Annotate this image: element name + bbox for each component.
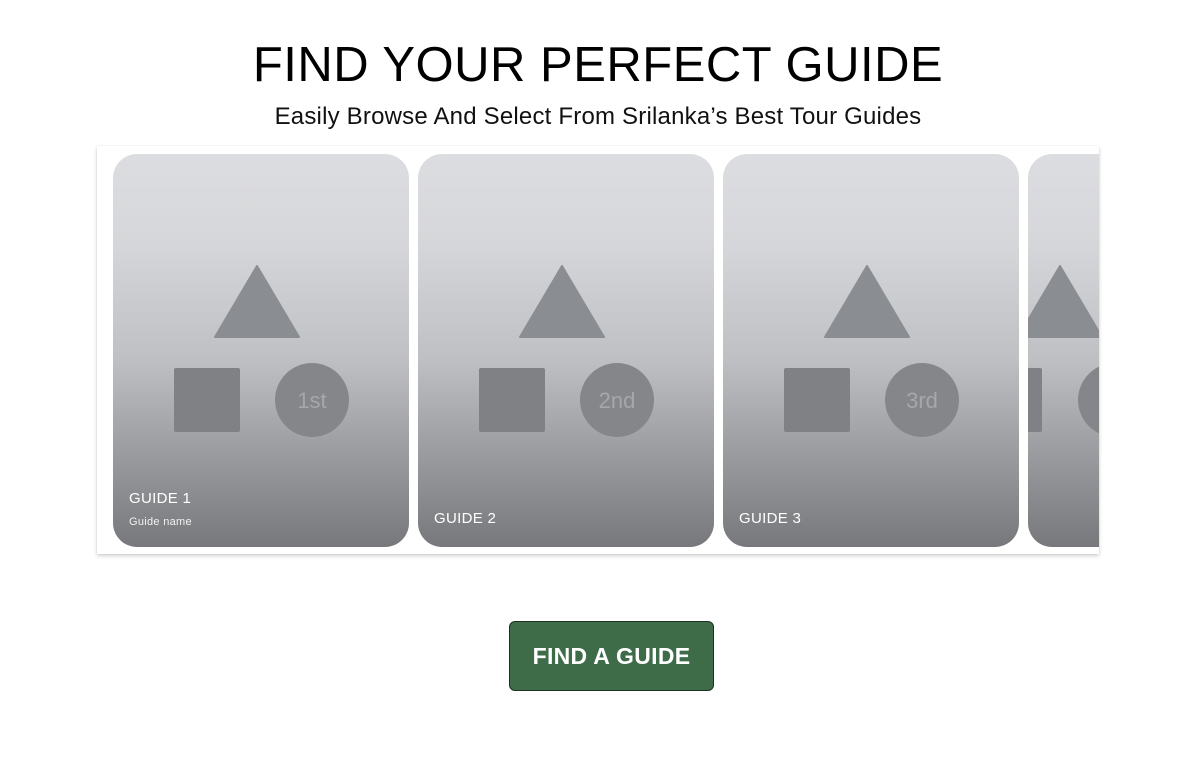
page-title: FIND YOUR PERFECT GUIDE	[252, 38, 944, 92]
guide-card-4[interactable]: 4th	[1028, 154, 1099, 547]
placeholder-rank-label: 2nd	[599, 388, 636, 413]
placeholder-triangle-icon	[519, 265, 605, 338]
placeholder-triangle-icon	[824, 265, 910, 338]
placeholder-image: 1st	[174, 265, 349, 437]
placeholder-triangle-icon	[214, 265, 300, 338]
placeholder-square-icon	[1028, 368, 1042, 432]
placeholder-image: 4th	[1028, 265, 1099, 434]
guide-card-title: GUIDE 1	[129, 490, 192, 507]
page: FIND YOUR PERFECT GUIDE Easily Browse An…	[0, 0, 1194, 778]
placeholder-rank-label: 1st	[297, 388, 326, 413]
find-a-guide-button[interactable]: FIND A GUIDE	[509, 621, 714, 691]
placeholder-circle-icon	[1078, 366, 1099, 434]
guide-card-name: Guide name	[129, 516, 192, 528]
placeholder-triangle-icon	[1028, 265, 1099, 338]
placeholder-square-icon	[784, 368, 850, 432]
placeholder-image: 2nd	[479, 265, 654, 437]
guide-card-1[interactable]: 1st GUIDE 1 Guide name	[113, 154, 409, 547]
guide-carousel[interactable]: 1st GUIDE 1 Guide name 2nd GUIDE 2 3rd G…	[97, 146, 1099, 554]
guide-card-title: GUIDE 3	[739, 510, 802, 527]
page-subtitle: Easily Browse And Select From Srilanka’s…	[274, 103, 922, 130]
placeholder-rank-label: 3rd	[906, 388, 938, 413]
guide-card-title: GUIDE 2	[434, 510, 497, 527]
placeholder-image: 3rd	[784, 265, 959, 437]
placeholder-square-icon	[479, 368, 545, 432]
guide-card-2[interactable]: 2nd GUIDE 2	[418, 154, 714, 547]
placeholder-square-icon	[174, 368, 240, 432]
guide-card-3[interactable]: 3rd GUIDE 3	[723, 154, 1019, 547]
